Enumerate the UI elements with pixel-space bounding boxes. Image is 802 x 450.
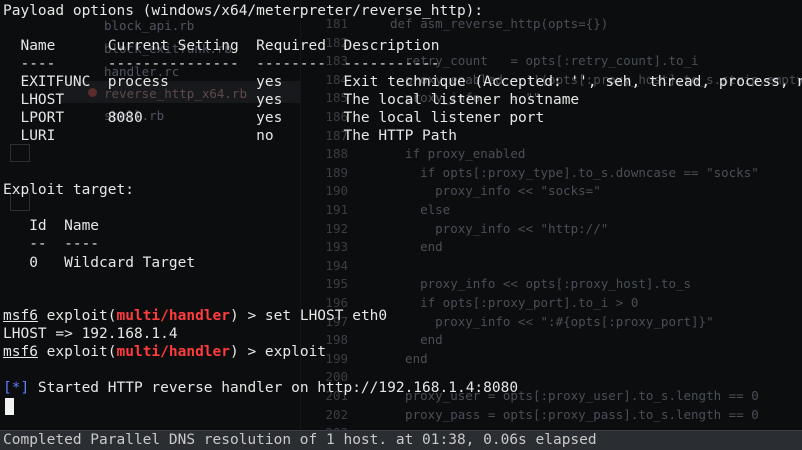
target-table-header: Id Name — [3, 218, 100, 234]
prompt-line-exploit: msf6 exploit(multi/handler) > exploit — [3, 343, 326, 362]
target-row: 0 Wildcard Target — [3, 255, 196, 271]
prompt-text: exploit( — [37, 344, 117, 360]
option-row-lhost: LHOST yes The local listener hostname — [3, 92, 580, 108]
lhost-echo: LHOST => 192.168.1.4 — [3, 326, 178, 342]
terminal-cursor[interactable] — [5, 398, 14, 415]
exploit-target-header: Exploit target: — [3, 182, 134, 198]
status-bar: Completed Parallel DNS resolution of 1 h… — [0, 430, 802, 450]
option-row-lport: LPORT 8080 yes The local listener port — [3, 110, 545, 126]
command-text: ) > exploit — [230, 344, 327, 360]
prompt-module: multi/handler — [116, 344, 231, 360]
option-row-luri: LURI no The HTTP Path — [3, 128, 457, 144]
target-table-rule: -- ---- — [3, 236, 100, 252]
command-text: ) > set LHOST eth0 — [230, 308, 388, 324]
status-text: Completed Parallel DNS resolution of 1 h… — [3, 432, 597, 448]
handler-status-line: [*] Started HTTP reverse handler on http… — [3, 379, 518, 398]
prompt-prefix: msf6 — [3, 344, 38, 360]
payload-options-header: Payload options (windows/x64/meterpreter… — [3, 3, 484, 19]
prompt-prefix: msf6 — [3, 308, 38, 324]
option-row-exitfunc: EXITFUNC process yes Exit technique (Acc… — [3, 74, 802, 90]
prompt-line-set-lhost: msf6 exploit(multi/handler) > set LHOST … — [3, 307, 387, 326]
info-tag: [*] — [3, 380, 30, 396]
prompt-text: exploit( — [37, 308, 117, 324]
info-text: Started HTTP reverse handler on http://1… — [29, 380, 519, 396]
options-table-header: Name Current Setting Required Descriptio… — [3, 38, 440, 54]
prompt-module: multi/handler — [116, 308, 231, 324]
terminal-output[interactable]: Payload options (windows/x64/meterpreter… — [3, 0, 802, 430]
options-table-rule: ---- --------------- -------- ----------… — [3, 56, 440, 72]
